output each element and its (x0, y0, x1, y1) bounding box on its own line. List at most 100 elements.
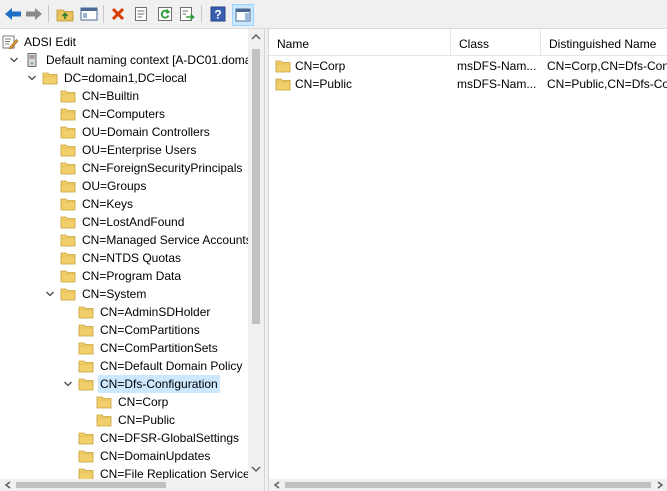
console-tree-icon (80, 7, 98, 21)
folder-icon (96, 414, 112, 427)
tree-item[interactable]: CN=Dfs-Configuration (62, 375, 220, 393)
tree-item[interactable]: CN=Program Data (44, 267, 183, 285)
tree-item[interactable]: CN=Computers (44, 105, 167, 123)
tree-item[interactable]: CN=System (44, 285, 148, 303)
list-horizontal-scroll-thumb[interactable] (285, 482, 651, 488)
chevron-down-icon[interactable] (45, 290, 55, 298)
tree-expander (44, 123, 56, 141)
chevron-down-icon[interactable] (63, 380, 73, 388)
folder-icon (60, 90, 76, 103)
list-cell-class: msDFS-Nam... (457, 77, 537, 91)
refresh-button[interactable] (155, 4, 175, 24)
tree-item[interactable]: CN=AdminSDHolder (62, 303, 212, 321)
delete-button[interactable] (108, 4, 128, 24)
delete-icon (111, 7, 125, 21)
tree-item[interactable]: CN=Managed Service Accounts (44, 231, 248, 249)
properties-icon (135, 7, 147, 21)
tree-item[interactable]: CN=Public (80, 411, 177, 429)
console-tree-pane: ADSI Edit Default naming context [A-DC01.… (0, 29, 265, 491)
folder-icon (60, 252, 76, 265)
tree-item[interactable]: CN=Default Domain Policy (62, 357, 244, 375)
chevron-up-icon[interactable] (251, 33, 261, 41)
list-header: Name Class Distinguished Name (269, 29, 667, 56)
chevron-down-icon[interactable] (9, 56, 19, 64)
tree-item[interactable]: CN=Keys (44, 195, 135, 213)
scrollbar-corner (248, 479, 264, 491)
tree-horizontal-scrollbar[interactable] (0, 479, 248, 491)
tree-item[interactable]: CN=DFSR-GlobalSettings (62, 429, 241, 447)
tree-item[interactable]: OU=Domain Controllers (44, 123, 212, 141)
help-icon: ? (210, 6, 226, 22)
tree-item[interactable]: CN=Corp (80, 393, 170, 411)
tree-item[interactable]: CN=Builtin (44, 87, 141, 105)
tree-expander (44, 213, 56, 231)
list-horizontal-scrollbar[interactable] (269, 479, 667, 491)
tree-item[interactable]: CN=DomainUpdates (62, 447, 212, 465)
server-icon (27, 53, 37, 67)
properties-button[interactable] (131, 4, 151, 24)
tree-item-label: CN=Builtin (82, 89, 140, 103)
arrow-left-icon (5, 8, 21, 20)
forward-button[interactable] (24, 4, 44, 24)
refresh-icon (158, 7, 172, 21)
tree-vertical-scrollbar[interactable] (248, 29, 264, 479)
tree-vertical-scroll-thumb[interactable] (252, 49, 260, 324)
tree-item[interactable]: CN=NTDS Quotas (44, 249, 183, 267)
folder-up-icon (56, 9, 74, 22)
export-list-button[interactable] (177, 4, 197, 24)
chevron-left-icon[interactable] (4, 481, 12, 489)
tree-item-label: CN=ComPartitions (100, 323, 200, 337)
tree-expander (44, 87, 56, 105)
tree-item[interactable]: CN=ComPartitionSets (62, 339, 220, 357)
tree-expander (44, 231, 56, 249)
tree-expander[interactable] (26, 69, 38, 87)
list-cell-name: CN=Public (275, 75, 451, 93)
tree-item-label: CN=Program Data (82, 269, 182, 283)
column-header-class[interactable]: Class (451, 29, 541, 55)
tree-expander (44, 195, 56, 213)
chevron-right-icon[interactable] (656, 481, 664, 489)
export-icon (180, 7, 195, 21)
tree-item[interactable]: Default naming context [A-DC01.domain1.l… (8, 51, 248, 69)
tree-item-label: DC=domain1,DC=local (64, 71, 187, 85)
tree-expander (62, 429, 74, 447)
show-action-pane-button[interactable] (232, 4, 254, 26)
tree-item[interactable]: CN=File Replication Service (62, 465, 248, 479)
chevron-left-icon[interactable] (273, 481, 281, 489)
tree-item[interactable]: CN=ForeignSecurityPrincipals (44, 159, 244, 177)
tree-item-label: CN=DomainUpdates (100, 449, 211, 463)
arrow-right-icon (26, 8, 42, 20)
back-button[interactable] (3, 4, 23, 24)
tree-item[interactable]: CN=LostAndFound (44, 213, 186, 231)
tree-item[interactable]: CN=ComPartitions (62, 321, 202, 339)
folder-icon (78, 450, 94, 463)
help-button[interactable]: ? (208, 4, 228, 24)
tree-expander[interactable] (44, 285, 56, 303)
list-row[interactable]: CN=Public msDFS-Nam... CN=Public,CN=Dfs-Co… (269, 75, 667, 93)
list-row[interactable]: CN=Corp msDFS-Nam... CN=Corp,CN=Dfs-Config… (269, 57, 667, 75)
column-header-distinguished-name[interactable]: Distinguished Name (541, 29, 667, 55)
tree-item-label: CN=DFSR-GlobalSettings (100, 431, 240, 445)
tree-item-label: ADSI Edit (24, 35, 77, 49)
folder-icon (78, 324, 94, 337)
tree-item-label: CN=Managed Service Accounts (82, 233, 248, 247)
tree-item[interactable]: OU=Enterprise Users (44, 141, 198, 159)
tree-expander[interactable] (62, 375, 74, 393)
chevron-down-icon[interactable] (27, 74, 37, 82)
column-header-name[interactable]: Name (269, 29, 451, 55)
tree-item-label: CN=ForeignSecurityPrincipals (82, 161, 243, 175)
folder-icon (60, 108, 76, 121)
folder-icon (78, 468, 94, 479)
tree-horizontal-scroll-thumb[interactable] (16, 482, 166, 488)
up-level-button[interactable] (55, 4, 75, 24)
show-hide-console-tree-button[interactable] (79, 4, 99, 24)
tree-item[interactable]: DC=domain1,DC=local (26, 69, 189, 87)
tree-item[interactable]: OU=Groups (44, 177, 148, 195)
tree-item[interactable]: ADSI Edit (0, 33, 78, 51)
chevron-down-icon[interactable] (251, 465, 261, 473)
folder-icon (78, 360, 94, 373)
tree-expander[interactable] (8, 51, 20, 69)
results-pane: Name Class Distinguished Name CN=Corp msD… (268, 29, 667, 491)
tree-item-label: OU=Enterprise Users (82, 143, 197, 157)
tree-expander (44, 249, 56, 267)
